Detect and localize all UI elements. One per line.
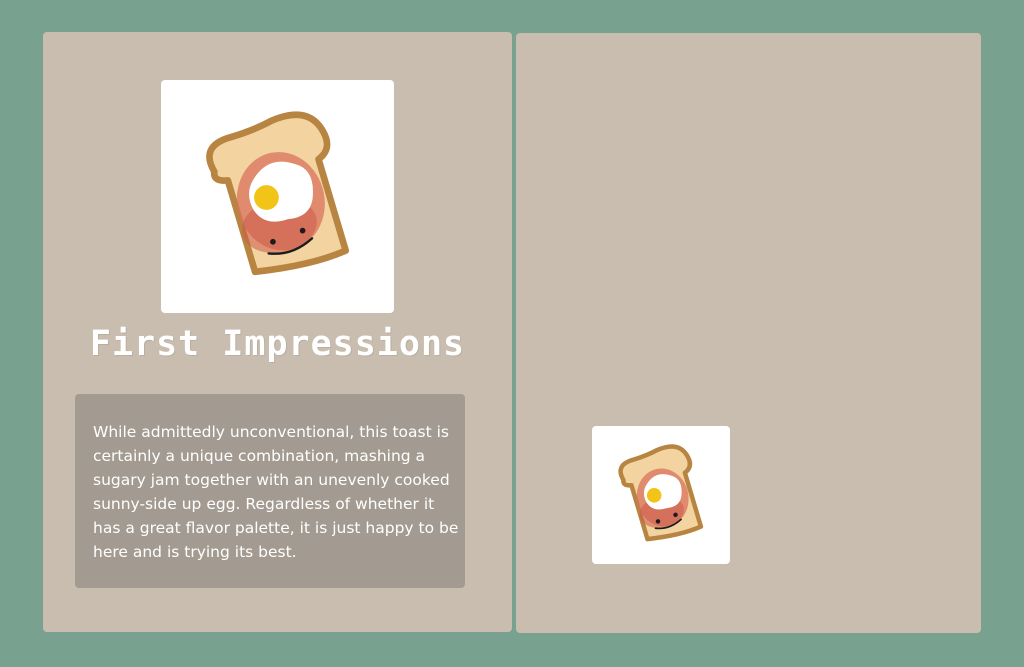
card-image [161, 80, 394, 313]
toast-with-jam-and-egg-icon [205, 110, 349, 275]
description-text: While admittedly unconventional, this to… [93, 423, 459, 561]
description-box: While admittedly unconventional, this to… [75, 394, 465, 588]
preview-image[interactable] [592, 426, 730, 564]
preview-panel [516, 33, 981, 633]
toast-with-jam-and-egg-icon [618, 444, 704, 542]
app-frame: First Impressions While admittedly uncon… [0, 0, 1024, 667]
card-title: First Impressions [89, 324, 466, 364]
card-panel: First Impressions While admittedly uncon… [43, 32, 512, 632]
